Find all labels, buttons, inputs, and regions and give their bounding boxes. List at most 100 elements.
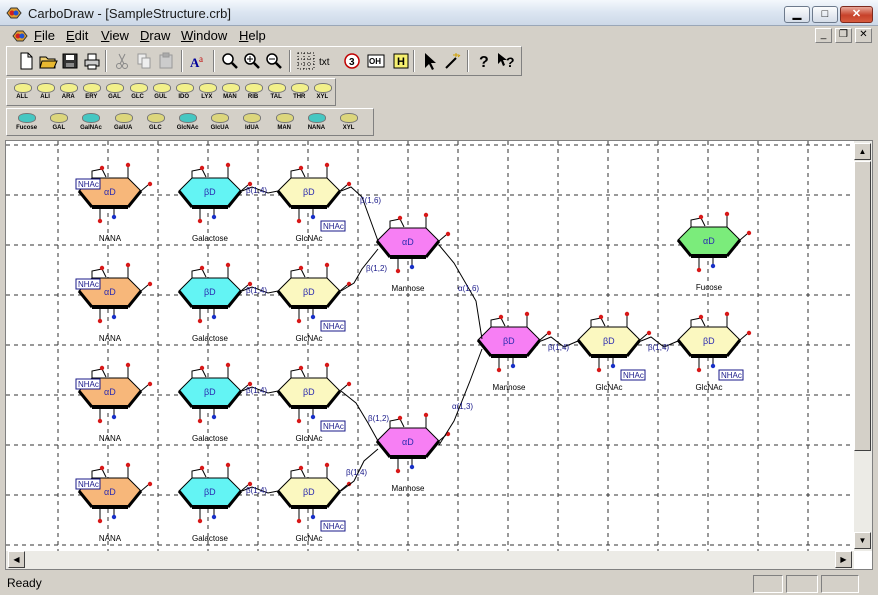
- menu-file[interactable]: File: [34, 28, 55, 44]
- hydroxyl-dot: [125, 462, 131, 468]
- sugar-ring-icon: [152, 83, 171, 93]
- status-pane: [821, 575, 859, 593]
- help-button[interactable]: ?: [473, 50, 495, 72]
- print-button[interactable]: [81, 50, 103, 72]
- menu-view[interactable]: View: [101, 28, 129, 44]
- sugar-button-nana[interactable]: NANA: [301, 112, 332, 134]
- sugar-button-glc[interactable]: GLC: [140, 112, 171, 134]
- sugar-button-galnac[interactable]: GalNAc: [75, 112, 106, 134]
- scroll-right-icon[interactable]: ▶: [835, 551, 852, 568]
- zoom-button[interactable]: [219, 50, 241, 72]
- grid-icon: [297, 52, 315, 70]
- sugar-button-ara[interactable]: ARA: [57, 82, 79, 104]
- zoom-out-button[interactable]: [263, 50, 285, 72]
- sugar-button-label: MAN: [223, 94, 237, 100]
- minimize-button[interactable]: ▁: [784, 6, 810, 23]
- sugar-button-ali[interactable]: ALI: [34, 82, 56, 104]
- maximize-button[interactable]: □: [812, 6, 838, 23]
- menu-draw[interactable]: Draw: [140, 28, 170, 44]
- sugar-button-galua[interactable]: GalUA: [108, 112, 139, 134]
- open-folder-button[interactable]: [37, 50, 59, 72]
- glcnac-residue: βD NHAcGlcNAc: [276, 462, 352, 543]
- cut-button[interactable]: [111, 50, 133, 72]
- mdi-close-button[interactable]: ✕: [855, 28, 872, 43]
- close-button[interactable]: ✕: [840, 6, 873, 23]
- sugar-button-fucose[interactable]: Fucose: [11, 112, 42, 134]
- new-file-button[interactable]: [15, 50, 37, 72]
- text-button[interactable]: txt: [317, 50, 339, 72]
- magic-wand-button[interactable]: [441, 50, 463, 72]
- sugar-button-ido[interactable]: IDO: [173, 82, 195, 104]
- glcnac-residue: βD NHAcGlcNAc: [276, 162, 352, 243]
- copy-button[interactable]: [133, 50, 155, 72]
- sugar-button-man[interactable]: MAN: [269, 112, 300, 134]
- mdi-minimize-button[interactable]: _: [815, 28, 832, 43]
- document-icon[interactable]: [12, 28, 28, 44]
- sugar-button-glcua[interactable]: GlcUA: [204, 112, 235, 134]
- sugar-button-all[interactable]: ALL: [11, 82, 33, 104]
- sugar-button-label: TAL: [270, 94, 282, 100]
- menu-help[interactable]: Help: [239, 28, 266, 44]
- residue-name: Mannose: [392, 484, 425, 493]
- hydroxyl-dot: [298, 465, 304, 471]
- linkage-label: β(1,4): [346, 468, 367, 477]
- scroll-left-icon[interactable]: ◀: [8, 551, 25, 568]
- vertical-scrollbar[interactable]: ▲ ▼: [854, 141, 872, 551]
- residue-name: Galactose: [192, 434, 229, 443]
- glcnac-residue: βD NHAcGlcNAc: [576, 311, 652, 392]
- hydroxyl-dot: [99, 165, 105, 171]
- sugar-button-thr[interactable]: THR: [288, 82, 310, 104]
- vertical-scroll-thumb[interactable]: [854, 161, 871, 451]
- hydroxyl-dot: [598, 314, 604, 320]
- sugar-button-rib[interactable]: RIB: [242, 82, 264, 104]
- hydroxyl-dot: [298, 365, 304, 371]
- sugar-button-gal[interactable]: GAL: [103, 82, 125, 104]
- sugar-button-glc[interactable]: GLC: [127, 82, 149, 104]
- menu-window[interactable]: Window: [181, 28, 227, 44]
- context-help-button[interactable]: ?: [495, 50, 517, 72]
- sugar-button-gal[interactable]: GAL: [43, 112, 74, 134]
- sugar-button-label: GAL: [108, 94, 121, 100]
- sugar-button-tal[interactable]: TAL: [265, 82, 287, 104]
- svg-text:a: a: [199, 54, 203, 64]
- oh-button[interactable]: OH: [365, 50, 387, 72]
- hydroxyl-dot: [724, 311, 730, 317]
- save-button[interactable]: [59, 50, 81, 72]
- sugar-button-glcnac[interactable]: GlcNAc: [172, 112, 203, 134]
- ring-anomer-label: αD: [703, 236, 715, 246]
- residue-name: Galactose: [192, 234, 229, 243]
- sugar-button-xyl[interactable]: XYL: [333, 112, 364, 134]
- font-button[interactable]: Aa: [187, 50, 209, 72]
- sugar-button-xyl[interactable]: XYL: [311, 82, 333, 104]
- sugar-button-label: GlcUA: [210, 125, 229, 131]
- sugar-button-idua[interactable]: IdUA: [236, 112, 267, 134]
- horizontal-scrollbar[interactable]: ◀ ▶: [6, 551, 854, 569]
- scroll-up-icon[interactable]: ▲: [854, 143, 871, 160]
- paste-button[interactable]: [155, 50, 177, 72]
- scroll-down-icon[interactable]: ▼: [854, 532, 871, 549]
- ring-oxygen-bond: [191, 168, 207, 178]
- sugar-button-lyx[interactable]: LYX: [196, 82, 218, 104]
- zoom-in-button[interactable]: [241, 50, 263, 72]
- print-icon: [84, 53, 100, 70]
- sugar-button-man[interactable]: MAN: [219, 82, 241, 104]
- hydroxyl-dot: [125, 162, 131, 168]
- sugar-button-label: NANA: [307, 125, 326, 131]
- ring-number-button[interactable]: 3: [341, 50, 363, 72]
- sugar-button-ery[interactable]: ERY: [80, 82, 102, 104]
- select-arrow-button[interactable]: [419, 50, 441, 72]
- drawing-canvas[interactable]: αD NHAc NANA βD Galactose βD NHAc GlcNAc β(1,4) α…: [6, 141, 854, 551]
- ring-oxygen-bond: [690, 317, 706, 327]
- menu-edit[interactable]: Edit: [66, 28, 88, 44]
- residue-name: GlcNAc: [295, 434, 322, 443]
- grid-button[interactable]: [295, 50, 317, 72]
- mdi-restore-button[interactable]: ❐: [835, 28, 852, 43]
- sugar-button-label: GUL: [154, 94, 167, 100]
- hydroxyl-dot: [225, 162, 231, 168]
- sugar-button-gul[interactable]: GUL: [150, 82, 172, 104]
- ring-anomer-label: αD: [402, 237, 414, 247]
- sugar-button-label: ERY: [85, 94, 98, 100]
- sugar-button-label: THR: [293, 94, 306, 100]
- h-button[interactable]: H: [390, 50, 412, 72]
- ring-oxygen-bond: [191, 468, 207, 478]
